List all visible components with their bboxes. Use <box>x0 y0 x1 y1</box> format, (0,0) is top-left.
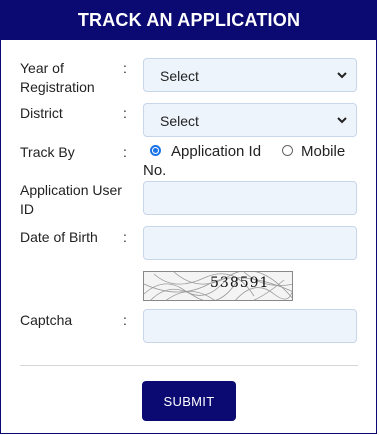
dob-label: Date of Birth <box>20 229 98 245</box>
app-user-id-label-line2: ID <box>20 201 34 217</box>
year-label-line2: Registration <box>20 79 95 95</box>
year-label-line1: Year of <box>20 60 64 76</box>
app-user-id-input[interactable] <box>143 181 357 215</box>
track-by-label: Track By <box>20 144 75 160</box>
radio-mobile-label[interactable]: Mobile <box>301 142 345 161</box>
year-select-value: Select <box>160 68 199 84</box>
radio-application-id[interactable] <box>150 145 161 156</box>
year-select[interactable]: Select <box>143 58 357 92</box>
radio-application-id-label[interactable]: Application Id <box>171 142 261 161</box>
dob-input[interactable] <box>143 226 357 260</box>
captcha-input[interactable] <box>143 309 357 343</box>
year-label: Year of Registration <box>20 59 95 97</box>
district-select-value: Select <box>160 113 199 129</box>
district-label: District <box>20 105 63 121</box>
district-select[interactable]: Select <box>143 103 357 137</box>
chevron-down-icon <box>337 72 347 79</box>
divider <box>20 365 358 366</box>
captcha-text: 538591 <box>210 275 270 291</box>
track-application-card: TRACK AN APPLICATION Year of Registratio… <box>0 0 377 434</box>
radio-mobile-no[interactable] <box>282 145 293 156</box>
district-colon: : <box>123 105 127 121</box>
page-title: TRACK AN APPLICATION <box>1 0 377 40</box>
captcha-label: Captcha <box>20 312 73 328</box>
year-colon: : <box>123 60 127 76</box>
chevron-down-icon <box>337 117 347 124</box>
captcha-image: 538591 <box>143 271 293 301</box>
dob-colon: : <box>123 229 127 245</box>
track-by-colon: : <box>123 144 127 160</box>
captcha-colon: : <box>123 312 127 328</box>
submit-button[interactable]: SUBMIT <box>142 381 236 421</box>
radio-mobile-label-cont: No. <box>143 162 167 179</box>
app-user-id-label-line1: Application User <box>20 182 122 198</box>
app-user-id-label: Application User ID <box>20 181 122 219</box>
